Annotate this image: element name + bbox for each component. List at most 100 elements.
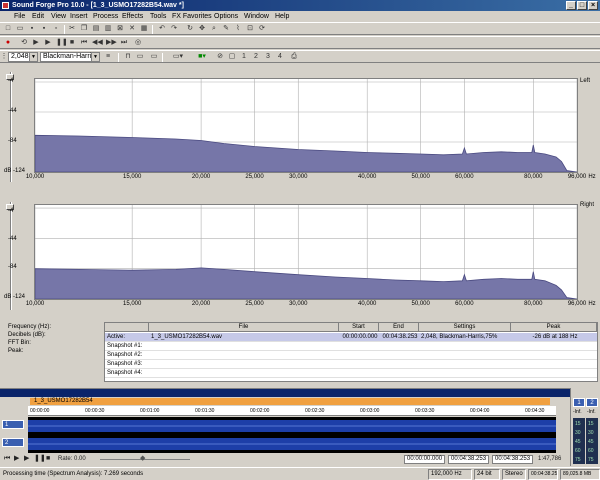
print-icon[interactable]: ⎙ <box>290 53 298 61</box>
loop-icon[interactable]: ⟲ <box>20 39 28 47</box>
pencil-tool-icon[interactable]: ✎ <box>222 25 230 33</box>
spectrum-plot-right[interactable] <box>34 204 578 300</box>
window-function-value: Blackman-Harris <box>43 53 95 60</box>
menu-window[interactable]: Window <box>244 11 269 22</box>
snapshot-row-active[interactable]: Active: 1_3_USMO17282B54.wav 00:00:00.000 0… <box>105 333 597 342</box>
selection-start-field[interactable]: 00:00:00.000 <box>404 455 446 464</box>
redo-icon[interactable]: ↷ <box>170 25 178 33</box>
db-range-slider-track[interactable] <box>10 72 12 182</box>
repeat-icon[interactable]: ↻ <box>186 25 194 33</box>
column-header-start[interactable]: Start <box>339 323 379 332</box>
rate-slider-thumb[interactable]: ◆ <box>140 455 145 463</box>
log-scale-icon[interactable]: ▭ <box>136 53 144 61</box>
meter-channel-1-button[interactable]: 1 <box>573 398 585 407</box>
play-all-icon[interactable]: ▶ <box>24 455 29 463</box>
edit-tool-icon[interactable]: ✥ <box>198 25 206 33</box>
overlay-icon[interactable]: ▭ <box>150 53 158 61</box>
trim-icon[interactable]: ✕ <box>128 25 136 33</box>
menu-tools[interactable]: Tools <box>150 11 166 22</box>
table-cell: Snapshot #3: <box>107 361 143 367</box>
menu-help[interactable]: Help <box>275 11 289 22</box>
time-ruler[interactable]: 00:00:00 00:00:30 00:01:00 00:01:30 00:02:00… <box>28 406 556 416</box>
display-mode-icon[interactable]: ▭▾ <box>168 53 188 61</box>
copy-icon[interactable]: ❐ <box>80 25 88 33</box>
crop-icon[interactable]: ⊠ <box>116 25 124 33</box>
column-header[interactable] <box>105 323 149 332</box>
pause-icon[interactable]: ❚❚ <box>56 39 68 47</box>
minimize-button[interactable]: _ <box>566 1 576 10</box>
waveform-channel-1[interactable] <box>28 417 556 435</box>
refresh-icon[interactable]: ⟳ <box>258 25 266 33</box>
envelope-tool-icon[interactable]: ⌇ <box>234 25 242 33</box>
paste-icon[interactable]: ▤ <box>92 25 100 33</box>
window-function-select[interactable]: Blackman-Harris ▼ <box>40 52 100 62</box>
play-icon[interactable]: ▶ <box>14 455 19 463</box>
stop-icon[interactable]: ■ <box>68 39 76 47</box>
record-icon[interactable]: ● <box>4 39 12 47</box>
menu-process[interactable]: Process <box>93 11 118 22</box>
graph-color-icon[interactable]: ■▾ <box>192 53 212 61</box>
waveform-channel-2[interactable] <box>28 435 556 453</box>
snapshot-row[interactable]: Snapshot #3: <box>105 360 597 369</box>
menu-fx-favorites[interactable]: FX Favorites <box>172 11 212 22</box>
snapshot-4-button[interactable]: 4 <box>276 53 284 61</box>
stop-icon[interactable]: ■ <box>46 455 50 463</box>
snapshot-1-button[interactable]: 1 <box>240 53 248 61</box>
grid-icon[interactable]: ⊘ <box>216 53 224 61</box>
channel-2-button[interactable]: 2 <box>2 438 24 447</box>
menu-edit[interactable]: Edit <box>32 11 44 22</box>
meter-channel-2-button[interactable]: 2 <box>586 398 598 407</box>
x-tick-label: 60,000 <box>455 301 474 307</box>
lock-icon[interactable]: ⊓ <box>124 53 132 61</box>
selection-end-field[interactable]: 00:04:38.253 <box>448 455 490 464</box>
menu-effects[interactable]: Effects <box>122 11 143 22</box>
play-all-icon[interactable]: ▶ <box>32 39 40 47</box>
go-end-icon[interactable]: ⏭ <box>120 39 128 47</box>
snapshot-icon[interactable]: ▢ <box>228 53 236 61</box>
go-start-icon[interactable]: ⏮ <box>80 39 88 47</box>
go-start-icon[interactable]: ⏮ <box>4 455 10 463</box>
cut-icon[interactable]: ✂ <box>68 25 76 33</box>
undo-icon[interactable]: ↶ <box>158 25 166 33</box>
render-icon[interactable]: ▫ <box>52 25 60 33</box>
pause-icon[interactable]: ❚❚ <box>34 455 46 463</box>
settings-icon[interactable]: ≡ <box>104 53 112 61</box>
menu-options[interactable]: Options <box>214 11 238 22</box>
new-file-icon[interactable]: □ <box>4 25 12 33</box>
status-sample-rate[interactable]: 192,000 Hz <box>428 469 472 480</box>
save-all-icon[interactable]: ▪ <box>40 25 48 33</box>
selection-length-field[interactable]: 00:04:38.253 <box>492 455 534 464</box>
column-header-settings[interactable]: Settings <box>419 323 511 332</box>
cd-icon[interactable]: ◎ <box>134 39 142 47</box>
file-tab[interactable]: 1_3_USMO17282B54 <box>30 398 550 405</box>
rewind-icon[interactable]: ◀◀ <box>92 39 103 47</box>
menu-file[interactable]: File <box>14 11 25 22</box>
spectrum-plot-left[interactable] <box>34 78 578 173</box>
play-icon[interactable]: ▶ <box>44 39 52 47</box>
column-header-file[interactable]: File <box>149 323 339 332</box>
menu-view[interactable]: View <box>51 11 66 22</box>
status-bit-depth[interactable]: 24 bit <box>474 469 500 480</box>
channel-1-button[interactable]: 1 <box>2 420 24 429</box>
table-cell <box>339 360 379 369</box>
snapshot-row[interactable]: Snapshot #2: <box>105 351 597 360</box>
snapshot-row[interactable]: Snapshot #1: <box>105 342 597 351</box>
mix-icon[interactable]: ▥ <box>104 25 112 33</box>
ruler-tick-label: 00:02:30 <box>305 408 325 414</box>
status-channels[interactable]: Stereo <box>502 469 526 480</box>
fft-size-select[interactable]: 2,048 ▼ <box>8 52 38 62</box>
event-tool-icon[interactable]: ⊡ <box>246 25 254 33</box>
snapshot-3-button[interactable]: 3 <box>264 53 272 61</box>
maximize-button[interactable]: □ <box>577 1 587 10</box>
menu-insert[interactable]: Insert <box>70 11 88 22</box>
magnify-tool-icon[interactable]: ⌕ <box>210 25 218 33</box>
mute-icon[interactable]: ▦ <box>140 25 148 33</box>
column-header-peak[interactable]: Peak <box>511 323 597 332</box>
forward-icon[interactable]: ▶▶ <box>106 39 117 47</box>
close-button[interactable]: × <box>588 1 598 10</box>
column-header-end[interactable]: End <box>379 323 419 332</box>
snapshot-2-button[interactable]: 2 <box>252 53 260 61</box>
snapshot-row[interactable]: Snapshot #4: <box>105 369 597 378</box>
open-file-icon[interactable]: ▭ <box>16 25 24 33</box>
save-icon[interactable]: ▪ <box>28 25 36 33</box>
